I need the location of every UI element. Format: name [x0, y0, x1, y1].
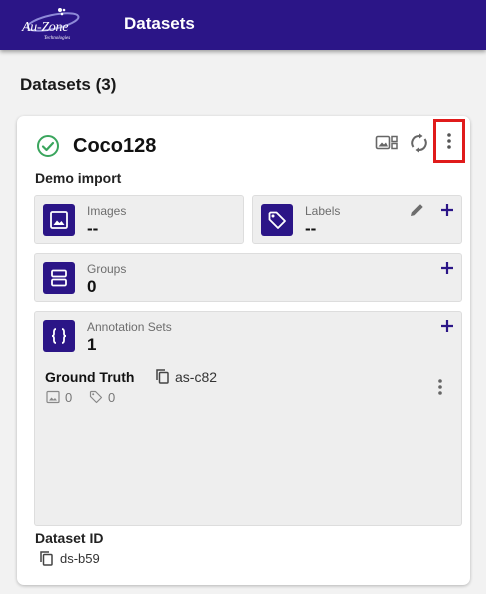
annotation-set-image-count: 0 [65, 390, 73, 405]
groups-value: 0 [87, 277, 97, 296]
annotation-set-name: Ground Truth [45, 369, 135, 385]
dataset-id-value: ds-b59 [60, 551, 100, 566]
labels-label: Labels [305, 204, 341, 218]
annotation-sets-stat[interactable]: Annotation Sets 1 [34, 311, 462, 359]
annotation-set-more-icon[interactable] [434, 377, 446, 397]
copy-icon[interactable] [40, 551, 53, 566]
annotation-sets-value: 1 [87, 335, 97, 354]
dataset-description: Demo import [35, 170, 122, 186]
au-zone-logo[interactable]: Au-Zone Technologies [20, 6, 82, 44]
images-stat[interactable]: Images -- [34, 195, 244, 244]
labels-stat-icon-box [261, 204, 293, 236]
annotation-sets-label: Annotation Sets [87, 320, 172, 334]
add-labels-plus-icon[interactable] [440, 203, 454, 217]
groups-stat-icon-box [43, 262, 75, 294]
copy-icon[interactable] [156, 369, 169, 384]
images-value: -- [87, 219, 99, 238]
annotation-sets-stat-icon-box [43, 320, 75, 352]
dataset-id-label: Dataset ID [35, 530, 104, 546]
groups-label: Groups [87, 262, 127, 276]
images-label: Images [87, 204, 127, 218]
annotation-set-id: as-c82 [175, 369, 218, 385]
app-title: Datasets [124, 14, 195, 33]
page-heading: Datasets (3) [20, 75, 117, 94]
tag-icon [268, 211, 286, 229]
dataset-more-button[interactable] [433, 119, 465, 163]
annotation-set-label-count: 0 [108, 390, 116, 405]
dataset-name[interactable]: Coco128 [73, 135, 156, 158]
edit-labels-pencil-icon[interactable] [409, 202, 425, 218]
top-app-bar: Au-Zone Technologies Datasets [0, 0, 486, 50]
check-circle-icon [37, 135, 59, 157]
groups-stat[interactable]: Groups 0 [34, 253, 462, 302]
image-icon [50, 211, 68, 229]
image-icon [46, 390, 60, 404]
images-stat-icon-box [43, 204, 75, 236]
add-annotation-set-plus-icon[interactable] [440, 319, 454, 333]
more-vert-icon [447, 133, 451, 149]
braces-icon [51, 328, 67, 344]
add-group-plus-icon[interactable] [440, 261, 454, 275]
sync-icon[interactable] [408, 132, 430, 154]
logo-subtext: Technologies [44, 36, 71, 41]
logo-text: Au-Zone [22, 20, 69, 35]
labels-stat[interactable]: Labels -- [252, 195, 462, 244]
tag-icon [89, 390, 103, 404]
labels-value: -- [305, 219, 317, 238]
gallery-icon[interactable] [375, 133, 399, 153]
groups-icon [51, 269, 67, 287]
